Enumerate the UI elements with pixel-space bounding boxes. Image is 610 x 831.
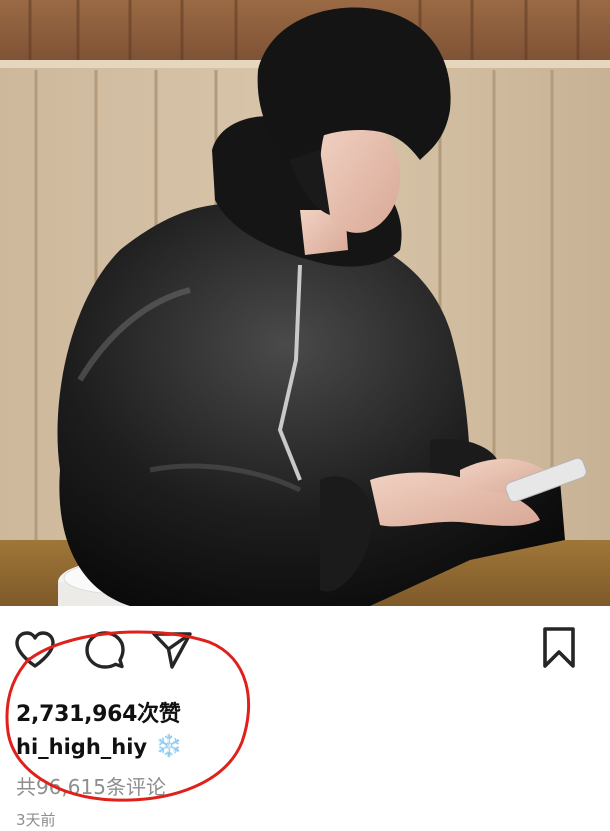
post-photo[interactable] bbox=[0, 0, 610, 606]
paper-plane-icon[interactable] bbox=[151, 630, 193, 670]
post-caption: hi_high_hiy ❄️ bbox=[16, 734, 183, 759]
post-timestamp: 3天前 bbox=[16, 811, 56, 829]
bookmark-icon[interactable] bbox=[540, 626, 578, 670]
snowflake-emoji: ❄️ bbox=[155, 734, 183, 759]
post-photo-illustration bbox=[0, 0, 610, 606]
heart-icon[interactable] bbox=[14, 630, 56, 670]
like-count[interactable]: 2,731,964次赞 bbox=[16, 696, 181, 728]
username-link[interactable]: hi_high_hiy bbox=[16, 735, 147, 759]
view-comments-link[interactable]: 共96,615条评论 bbox=[16, 771, 166, 800]
comment-bubble-icon[interactable] bbox=[84, 630, 126, 670]
post-action-bar bbox=[0, 606, 610, 694]
